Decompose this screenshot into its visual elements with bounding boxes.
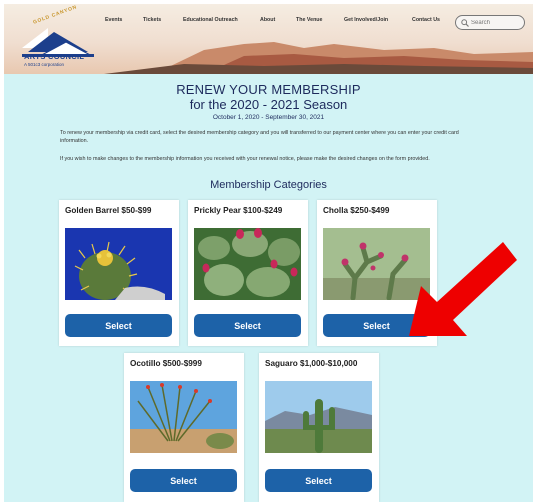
- card-title: Golden Barrel $50-$99: [65, 206, 152, 215]
- nav-the-venue[interactable]: The Venue: [296, 17, 323, 23]
- season-dates: October 1, 2020 - September 30, 2021: [212, 114, 325, 121]
- nav-educational-outreach[interactable]: Educational Outreach: [183, 17, 238, 23]
- nav-contact-us[interactable]: Contact Us: [412, 17, 440, 23]
- card-title: Cholla $250-$499: [323, 206, 390, 215]
- nav-events[interactable]: Events: [105, 17, 122, 23]
- search-input[interactable]: [471, 17, 521, 28]
- prickly-pear-image: [194, 228, 301, 300]
- golden-barrel-image: [65, 228, 172, 300]
- categories-heading: Membership Categories: [210, 179, 327, 191]
- membership-card-saguaro: Saguaro $1,000-$10,000 Select: [259, 353, 379, 502]
- membership-card-ocotillo: Ocotillo $500-$999 Select: [124, 353, 244, 502]
- page-title: RENEW YOUR MEMBERSHIP: [176, 82, 361, 97]
- membership-card-prickly-pear: Prickly Pear $100-$249 Select: [188, 200, 308, 346]
- logo-name: ARTS COUNCIL: [24, 52, 85, 61]
- search-box[interactable]: [455, 15, 525, 30]
- select-saguaro-button[interactable]: Select: [265, 469, 372, 492]
- card-title: Saguaro $1,000-$10,000: [265, 359, 358, 368]
- search-icon: [461, 19, 469, 27]
- page-subtitle: for the 2020 - 2021 Season: [189, 97, 348, 112]
- select-prickly-pear-button[interactable]: Select: [194, 314, 301, 337]
- saguaro-image: [265, 381, 372, 453]
- red-arrow-icon: [409, 242, 517, 336]
- site-header: GOLD CANYON ARTS COUNCIL A 501c3 corpora…: [4, 4, 533, 74]
- card-title: Ocotillo $500-$999: [130, 359, 202, 368]
- main-nav: Events Tickets Educational Outreach Abou…: [4, 17, 533, 29]
- select-ocotillo-button[interactable]: Select: [130, 469, 237, 492]
- logo-subtitle: A 501c3 corporation: [24, 62, 65, 67]
- nav-get-involved[interactable]: Get Involved/Join: [344, 17, 388, 23]
- page-frame: GOLD CANYON ARTS COUNCIL A 501c3 corpora…: [4, 4, 533, 502]
- ocotillo-image: [130, 381, 237, 453]
- instructions-paragraph: To renew your membership via credit card…: [60, 130, 459, 144]
- nav-about[interactable]: About: [260, 17, 275, 23]
- changes-paragraph: If you wish to make changes to the membe…: [60, 156, 430, 162]
- select-golden-barrel-button[interactable]: Select: [65, 314, 172, 337]
- membership-card-golden-barrel: Golden Barrel $50-$99 Select: [59, 200, 179, 346]
- card-title: Prickly Pear $100-$249: [194, 206, 283, 215]
- nav-tickets[interactable]: Tickets: [143, 17, 161, 23]
